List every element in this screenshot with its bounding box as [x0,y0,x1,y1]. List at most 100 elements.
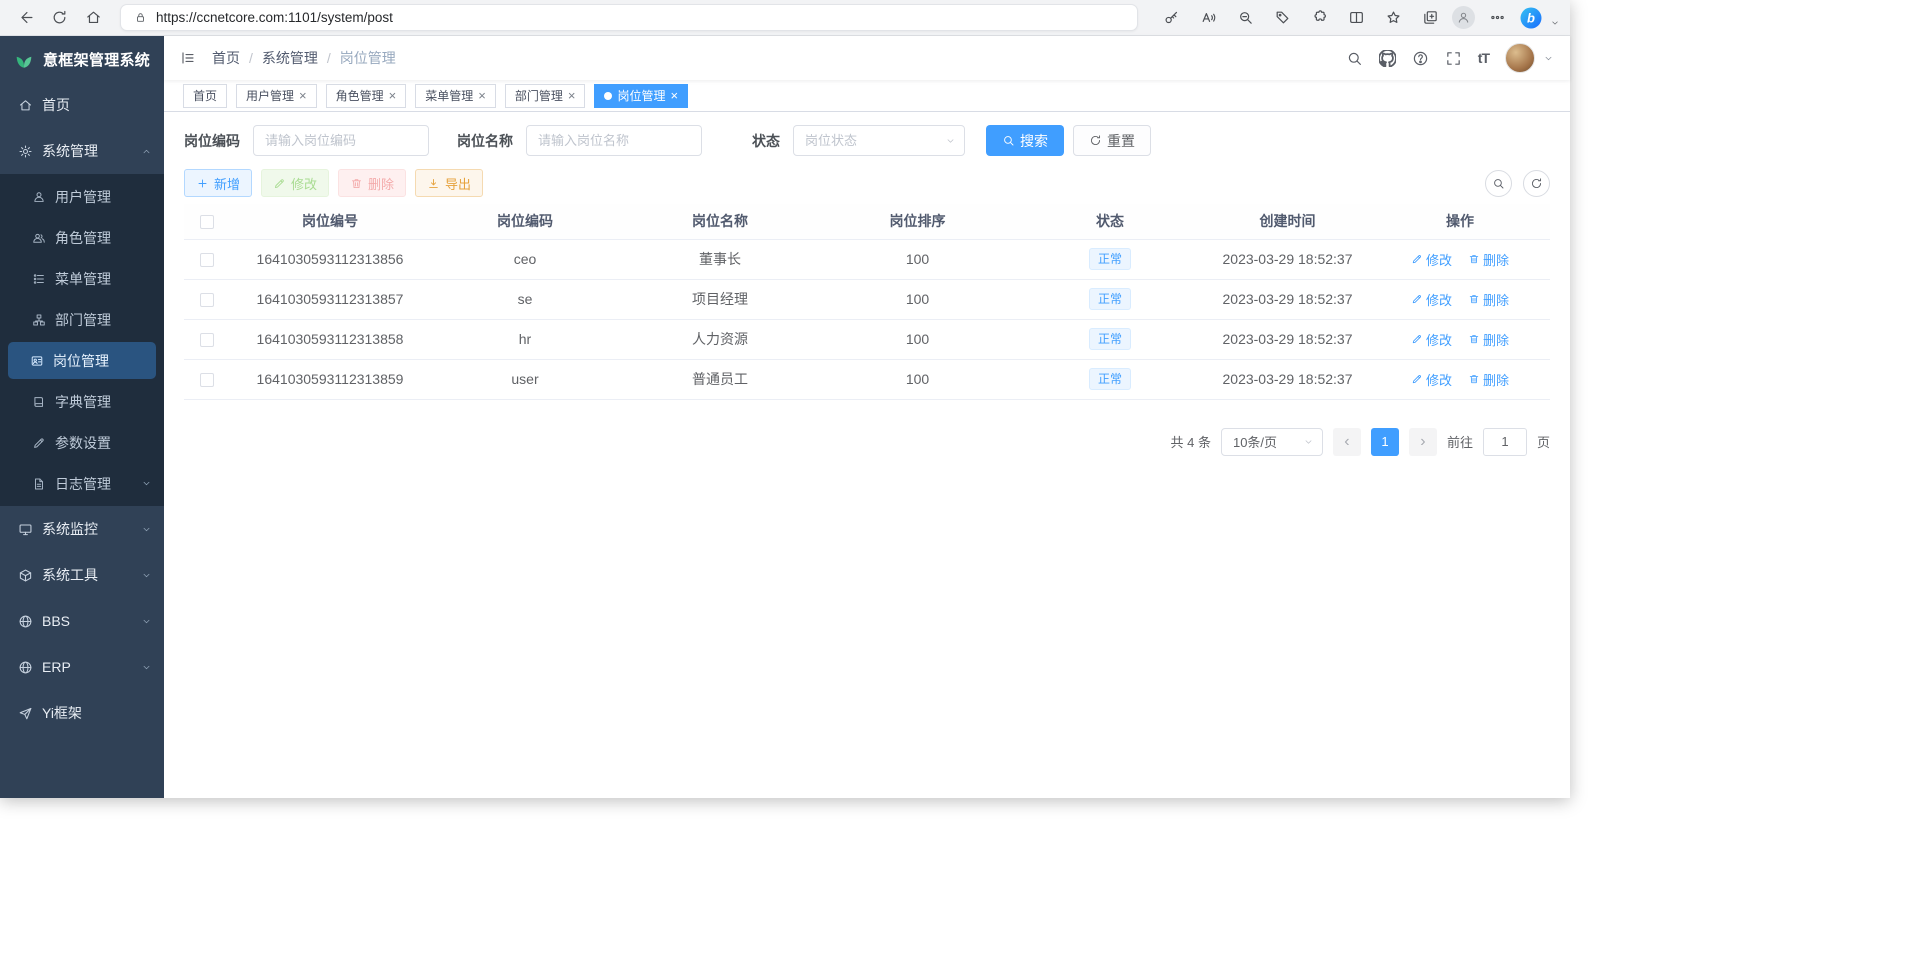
goto-page-input[interactable] [1483,428,1527,456]
sidebar-item-system-mgmt[interactable]: 系统管理 [0,128,164,174]
sidebar-item-yi-framework[interactable]: Yi框架 [0,690,164,736]
close-icon[interactable]: × [299,89,307,102]
edit-link-label: 修改 [1426,250,1452,269]
breadcrumb-separator: / [327,50,331,66]
breadcrumb-current: 岗位管理 [340,48,396,68]
key-icon[interactable] [1156,4,1186,32]
fullscreen-icon[interactable] [1445,50,1462,67]
cell-post-id: 1641030593112313857 [230,279,430,319]
sidebar-item-param-settings[interactable]: 参数设置 [0,422,164,463]
close-icon[interactable]: × [670,89,678,102]
breadcrumb-item[interactable]: 系统管理 [262,48,318,68]
sidebar-item-bbs[interactable]: BBS [0,598,164,644]
tab-home[interactable]: 首页 [183,84,227,108]
sidebar-item-system-monitor[interactable]: 系统监控 [0,506,164,552]
book-icon [32,395,46,409]
read-aloud-icon[interactable] [1193,4,1223,32]
user-avatar[interactable] [1505,43,1535,73]
sidebar-item-home[interactable]: 首页 [0,82,164,128]
sidebar-item-post-mgmt[interactable]: 岗位管理 [8,342,156,379]
post-code-input[interactable] [253,125,429,156]
edit-button[interactable]: 修改 [261,169,329,197]
row-checkbox[interactable] [200,293,214,307]
status-select[interactable] [793,125,965,156]
sidebar-item-menu-mgmt[interactable]: 菜单管理 [0,258,164,299]
sidebar-item-label: 角色管理 [55,228,111,248]
tab-label: 部门管理 [515,87,563,104]
back-button[interactable] [10,4,40,32]
tab-label: 菜单管理 [425,87,473,104]
table-row[interactable]: 1641030593112313859 user 普通员工 100 正常 202… [184,359,1550,399]
sidebar-item-dict-mgmt[interactable]: 字典管理 [0,381,164,422]
page-size-value[interactable] [1221,428,1323,456]
help-icon[interactable] [1412,50,1429,67]
sidebar-item-role-mgmt[interactable]: 角色管理 [0,217,164,258]
tab-role-mgmt[interactable]: 角色管理 × [326,84,407,108]
row-checkbox[interactable] [200,373,214,387]
row-edit-link[interactable]: 修改 [1411,250,1452,269]
extensions-icon[interactable] [1304,4,1334,32]
page-size-select[interactable] [1221,428,1323,456]
row-edit-link[interactable]: 修改 [1411,370,1452,389]
row-edit-link[interactable]: 修改 [1411,290,1452,309]
address-bar[interactable]: https://ccnetcore.com:1101/system/post [120,4,1138,31]
reset-button[interactable]: 重置 [1073,125,1151,156]
favorites-icon[interactable] [1378,4,1408,32]
refresh-table-icon[interactable] [1523,170,1550,197]
refresh-button[interactable] [44,4,74,32]
page-number-current[interactable]: 1 [1371,428,1399,456]
collections-icon[interactable] [1415,4,1445,32]
document-icon [32,477,46,491]
more-menu-icon[interactable] [1482,4,1512,32]
close-icon[interactable]: × [568,89,576,102]
table-row[interactable]: 1641030593112313857 se 项目经理 100 正常 2023-… [184,279,1550,319]
export-button[interactable]: 导出 [415,169,483,197]
tab-user-mgmt[interactable]: 用户管理 × [236,84,317,108]
row-delete-link[interactable]: 删除 [1468,250,1509,269]
table-row[interactable]: 1641030593112313858 hr 人力资源 100 正常 2023-… [184,319,1550,359]
status-select-input[interactable] [793,125,965,156]
user-caret-icon[interactable] [1543,53,1554,64]
edit-icon [32,436,46,450]
close-icon[interactable]: × [389,89,397,102]
tab-post-mgmt[interactable]: 岗位管理 × [594,84,688,108]
close-icon[interactable]: × [478,89,486,102]
tab-dept-mgmt[interactable]: 部门管理 × [505,84,586,108]
row-checkbox[interactable] [200,253,214,267]
zoom-icon[interactable] [1230,4,1260,32]
github-icon[interactable] [1379,50,1396,67]
add-button[interactable]: 新增 [184,169,252,197]
tab-menu-mgmt[interactable]: 菜单管理 × [415,84,496,108]
trash-icon [1468,293,1480,305]
sidebar-item-erp[interactable]: ERP [0,644,164,690]
row-delete-link[interactable]: 删除 [1468,330,1509,349]
post-name-input[interactable] [526,125,702,156]
sidebar-item-dept-mgmt[interactable]: 部门管理 [0,299,164,340]
table-row[interactable]: 1641030593112313856 ceo 董事长 100 正常 2023-… [184,239,1550,279]
bing-icon[interactable]: b [1519,6,1543,30]
breadcrumb-item[interactable]: 首页 [212,48,240,68]
lock-icon[interactable] [134,11,147,24]
sidebar-item-system-tools[interactable]: 系统工具 [0,552,164,598]
shopping-icon[interactable] [1267,4,1297,32]
row-checkbox[interactable] [200,333,214,347]
select-all-checkbox[interactable] [200,215,214,229]
edit-icon [273,177,286,190]
bing-caret-icon[interactable] [1550,18,1560,28]
home-button[interactable] [78,4,108,32]
delete-button[interactable]: 删除 [338,169,406,197]
sidebar-item-log-mgmt[interactable]: 日志管理 [0,463,164,504]
row-delete-link[interactable]: 删除 [1468,370,1509,389]
sidebar-item-user-mgmt[interactable]: 用户管理 [0,176,164,217]
profile-avatar[interactable] [1452,6,1475,29]
font-size-icon[interactable]: tT [1478,50,1489,66]
split-screen-icon[interactable] [1341,4,1371,32]
sidebar-toggle-icon[interactable] [180,50,196,66]
next-page-button[interactable]: › [1409,428,1437,456]
prev-page-button[interactable]: ‹ [1333,428,1361,456]
show-search-icon[interactable] [1485,170,1512,197]
search-icon[interactable] [1346,50,1363,67]
search-button[interactable]: 搜索 [986,125,1064,156]
row-delete-link[interactable]: 删除 [1468,290,1509,309]
row-edit-link[interactable]: 修改 [1411,330,1452,349]
